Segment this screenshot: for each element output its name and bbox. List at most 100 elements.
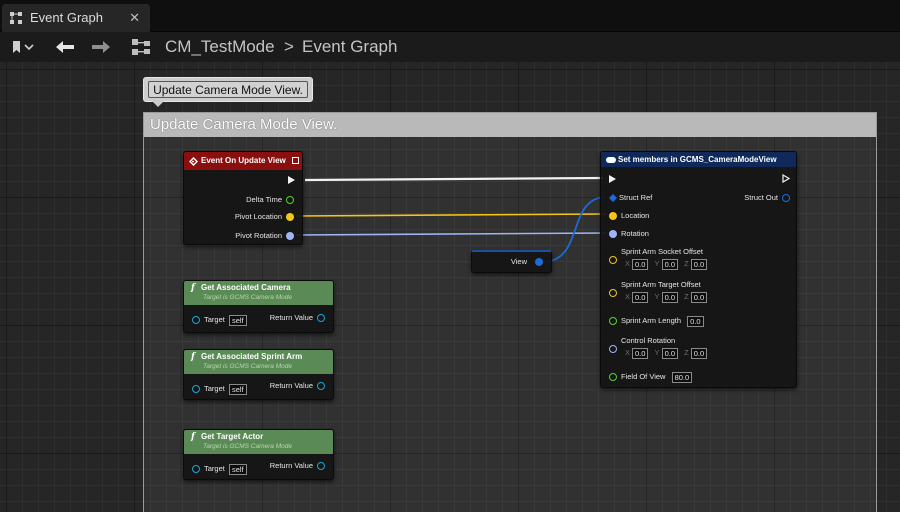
fov-value[interactable]: 80.0	[671, 371, 693, 383]
control-rotation-x[interactable]: 0.0	[632, 347, 649, 359]
axis-z-label: Z	[684, 348, 689, 357]
get-associated-camera-node[interactable]: f Get Associated Camera Target is GCMS C…	[183, 280, 334, 333]
pivot-location-row: Pivot Location	[235, 211, 294, 223]
pivot-location-pin[interactable]	[286, 213, 294, 221]
struct-ref-label: Struct Ref	[619, 193, 653, 202]
target-self-value[interactable]: self	[228, 463, 247, 475]
socket-offset-label: Sprint Arm Socket Offset	[621, 247, 703, 256]
breadcrumb-separator: >	[284, 37, 294, 56]
get-target-actor-node[interactable]: f Get Target Actor Target is GCMS Camera…	[183, 429, 334, 480]
exec-out-pin[interactable]	[288, 176, 295, 184]
delta-time-pin[interactable]	[286, 196, 294, 204]
toolbar: CM_TestMode > Event Graph	[0, 32, 900, 62]
delta-time-row: Delta Time	[246, 194, 294, 206]
forward-button[interactable]	[88, 32, 114, 62]
return-pin[interactable]	[317, 314, 325, 322]
struct-ref-pin[interactable]	[609, 194, 617, 202]
tab-event-graph[interactable]: Event Graph ✕	[2, 4, 150, 32]
control-rotation-values: X 0.0 Y 0.0 Z 0.0	[621, 347, 708, 359]
pivot-location-label: Pivot Location	[234, 212, 282, 221]
blueprint-graph-icon	[10, 12, 22, 24]
return-pin[interactable]	[317, 462, 325, 470]
axis-x-label: X	[625, 259, 631, 268]
bookmark-icon	[13, 41, 34, 53]
fov-row: Field Of View 80.0	[621, 371, 693, 383]
arrow-right-icon	[92, 41, 110, 53]
target-pin[interactable]	[192, 385, 200, 393]
breadcrumb-blueprint[interactable]: CM_TestMode	[165, 32, 275, 62]
back-button[interactable]	[52, 32, 78, 62]
target-self-value[interactable]: self	[228, 383, 247, 395]
get-target-actor-subtitle: Target is GCMS Camera Mode	[203, 443, 292, 450]
function-icon: f	[191, 352, 195, 362]
arm-length-row: Sprint Arm Length 0.0	[621, 315, 704, 327]
target-offset-label-row: Sprint Arm Target Offset	[621, 279, 701, 291]
target-offset-x[interactable]: 0.0	[632, 291, 649, 303]
socket-offset-x[interactable]: 0.0	[632, 258, 649, 270]
location-label: Location	[621, 211, 650, 220]
control-rotation-label-row: Control Rotation	[621, 335, 675, 347]
control-rotation-y[interactable]: 0.0	[661, 347, 678, 359]
comment-header[interactable]: Update Camera Mode View.	[144, 113, 876, 137]
arm-length-pin[interactable]	[609, 317, 617, 325]
fov-pin[interactable]	[609, 373, 617, 381]
set-members-header: Set members in GCMS_CameraModeView	[601, 152, 796, 167]
return-label: Return Value	[269, 381, 313, 390]
location-pin[interactable]	[609, 212, 617, 220]
rotation-row: Rotation	[609, 228, 649, 240]
get-camera-header: f Get Associated Camera Target is GCMS C…	[184, 281, 333, 305]
function-icon: f	[191, 283, 195, 293]
event-icon	[189, 157, 198, 166]
axis-z-label: Z	[684, 259, 689, 268]
target-offset-z[interactable]: 0.0	[690, 291, 708, 303]
delta-time-label: Delta Time	[246, 195, 282, 204]
socket-offset-pin[interactable]	[609, 256, 617, 264]
target-label: Target	[204, 315, 225, 324]
target-row: Target self	[204, 314, 247, 326]
comment-bubble-text: Update Camera Mode View.	[148, 81, 308, 98]
target-offset-pin[interactable]	[609, 289, 617, 297]
arm-length-value[interactable]: 0.0	[687, 315, 704, 327]
struct-ref-row: Struct Ref	[609, 192, 652, 204]
pivot-rotation-row: Pivot Rotation	[235, 230, 294, 242]
target-row: Target self	[204, 463, 247, 475]
target-pin[interactable]	[192, 316, 200, 324]
pivot-rotation-pin[interactable]	[286, 232, 294, 240]
axis-z-label: Z	[684, 292, 689, 301]
control-rotation-z[interactable]: 0.0	[690, 347, 708, 359]
arm-length-label: Sprint Arm Length	[621, 316, 682, 325]
target-label: Target	[204, 464, 225, 473]
socket-offset-z[interactable]: 0.0	[690, 258, 708, 270]
exec-in-pin[interactable]	[609, 175, 616, 183]
function-icon: f	[191, 432, 195, 442]
target-offset-y[interactable]: 0.0	[661, 291, 678, 303]
rotation-pin[interactable]	[609, 230, 617, 238]
socket-offset-y[interactable]: 0.0	[661, 258, 678, 270]
target-self-value[interactable]: self	[228, 314, 247, 326]
return-pin[interactable]	[317, 382, 325, 390]
close-icon[interactable]: ✕	[129, 4, 140, 32]
axis-y-label: Y	[654, 292, 660, 301]
axis-x-label: X	[625, 292, 631, 301]
axis-y-label: Y	[654, 348, 660, 357]
control-rotation-pin[interactable]	[609, 345, 617, 353]
location-row: Location	[609, 210, 649, 222]
get-sprint-arm-title: Get Associated Sprint Arm	[201, 352, 303, 361]
arrow-left-icon	[56, 41, 74, 53]
get-associated-sprint-arm-node[interactable]: f Get Associated Sprint Arm Target is GC…	[183, 349, 334, 400]
blueprint-editor: Event Graph ✕ CM_TestMode > Event Graph …	[0, 0, 900, 512]
bookmark-button[interactable]	[8, 32, 38, 62]
set-members-node[interactable]: Set members in GCMS_CameraModeView Struc…	[600, 151, 797, 388]
struct-out-pin[interactable]	[782, 194, 790, 202]
comment-bubble[interactable]: Update Camera Mode View.	[143, 77, 313, 107]
target-pin[interactable]	[192, 465, 200, 473]
get-camera-subtitle: Target is GCMS Camera Mode	[203, 294, 292, 301]
return-row: Return Value	[270, 460, 325, 472]
view-variable-node[interactable]: View	[471, 250, 552, 273]
rotation-label: Rotation	[621, 229, 649, 238]
breadcrumb-graph[interactable]: Event Graph	[302, 32, 397, 62]
event-on-update-view-node[interactable]: Event On Update View Delta Time Pivot Lo…	[183, 151, 303, 245]
event-node-title: Event On Update View	[201, 156, 286, 165]
target-offset-label: Sprint Arm Target Offset	[621, 280, 701, 289]
view-pin[interactable]	[535, 258, 543, 266]
